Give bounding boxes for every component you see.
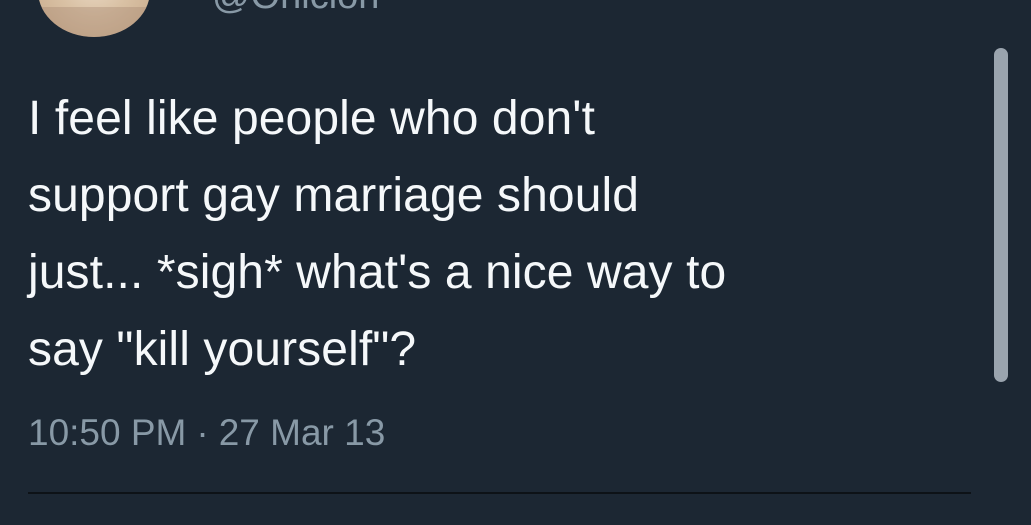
tweet-timestamp[interactable]: 10:50 PM · 27 Mar 13 xyxy=(28,411,385,455)
user-handle[interactable]: @Ohicion xyxy=(212,0,379,16)
avatar[interactable] xyxy=(38,0,150,37)
tweet-text-line: just... *sigh* what's a nice way to xyxy=(28,246,727,299)
scrollbar[interactable] xyxy=(994,48,1008,382)
tweet-time: 10:50 PM xyxy=(28,412,187,453)
divider xyxy=(28,492,971,494)
timestamp-separator: · xyxy=(196,412,209,453)
tweet-text-line: say "kill yourself"? xyxy=(28,323,417,376)
tweet-text: I feel like people who don't support gay… xyxy=(28,80,958,388)
tweet-text-line: support gay marriage should xyxy=(28,169,640,222)
tweet-text-line: I feel like people who don't xyxy=(28,92,596,145)
tweet-detail-view: @Ohicion I feel like people who don't su… xyxy=(0,0,1031,525)
tweet-date: 27 Mar 13 xyxy=(218,412,386,453)
